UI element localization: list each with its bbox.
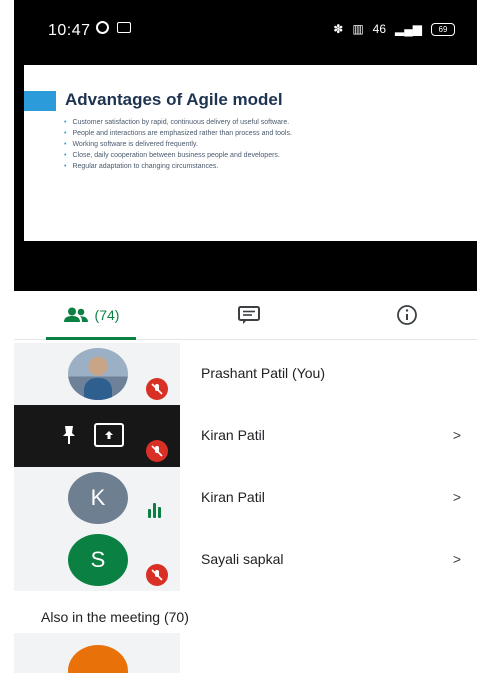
participants-panel: (74) Prashant Patil (You) Kiran Patil > …	[14, 291, 477, 673]
status-bar: 10:47 ✽ ▥ 46 ▂▄▆ 69	[14, 0, 477, 60]
mic-off-icon	[146, 440, 168, 462]
slide-bullet: Customer satisfaction by rapid, continuo…	[64, 117, 292, 128]
slide-bullet: Regular adaptation to changing circumsta…	[64, 161, 292, 172]
phone-screen: 10:47 ✽ ▥ 46 ▂▄▆ 69 Advantages of Agile …	[14, 0, 477, 673]
participant-row[interactable]: Prashant Patil (You)	[14, 343, 477, 405]
tab-info[interactable]	[382, 291, 432, 339]
battery-icon: 69	[431, 22, 455, 36]
speaking-indicator-icon	[148, 502, 161, 518]
participant-row[interactable]: K Kiran Patil >	[14, 467, 477, 529]
mic-off-icon	[146, 564, 168, 586]
section-heading: Also in the meeting (70)	[41, 609, 189, 625]
status-time: 10:47	[48, 22, 91, 39]
info-icon	[397, 305, 417, 325]
location-icon	[96, 21, 109, 34]
network-label: 46	[372, 22, 387, 36]
avatar: S	[68, 534, 128, 586]
vibrate-icon: ▥	[352, 22, 364, 36]
participant-row[interactable]: S Sayali sapkal >	[14, 529, 477, 591]
chat-icon	[238, 306, 260, 324]
slide-bullet: Working software is delivered frequently…	[64, 139, 292, 150]
slide-bullet: People and interactions are emphasized r…	[64, 128, 291, 139]
avatar: K	[68, 472, 128, 524]
hotspot-icon: ✽	[333, 22, 344, 36]
people-icon	[63, 307, 88, 322]
slide-bullet: Close, daily cooperation between busines…	[64, 150, 292, 161]
slide-bullets: Customer satisfaction by rapid, continuo…	[64, 117, 292, 172]
signal-icon: ▂▄▆	[395, 22, 422, 36]
presentation-slide: Advantages of Agile model Customer satis…	[24, 65, 477, 241]
avatar	[68, 645, 128, 673]
participant-row[interactable]: Kiran Patil >	[14, 405, 477, 467]
cast-icon	[117, 22, 131, 33]
tab-people[interactable]: (74)	[36, 291, 146, 340]
slide-title: Advantages of Agile model	[65, 90, 283, 109]
participant-name: Prashant Patil (You)	[201, 365, 325, 381]
slide-accent-bar	[24, 91, 56, 111]
active-tab-indicator	[46, 337, 136, 340]
avatar	[68, 348, 128, 400]
participant-name: Sayali sapkal	[201, 551, 284, 567]
participant-name: Kiran Patil	[201, 489, 265, 505]
tab-chat[interactable]	[219, 291, 279, 339]
chevron-right-icon[interactable]: >	[453, 489, 461, 505]
status-left-icons	[96, 21, 131, 34]
people-count: (74)	[94, 307, 120, 323]
chevron-right-icon[interactable]: >	[453, 427, 461, 443]
mic-off-icon	[146, 378, 168, 400]
chevron-right-icon[interactable]: >	[453, 551, 461, 567]
pin-icon[interactable]	[60, 425, 78, 450]
status-right-icons: ✽ ▥ 46 ▂▄▆ 69	[333, 22, 455, 36]
participant-row[interactable]	[14, 633, 180, 673]
panel-tabs: (74)	[14, 291, 477, 340]
participant-name: Kiran Patil	[201, 427, 265, 443]
presenting-icon	[94, 423, 124, 447]
